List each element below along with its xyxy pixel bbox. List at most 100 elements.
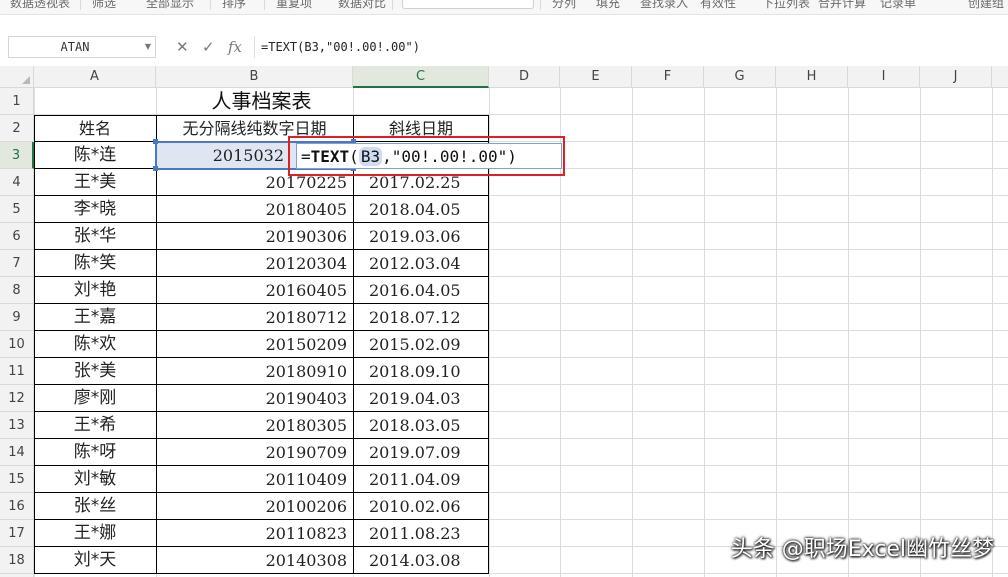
- dot-date-cell[interactable]: 2019.03.06: [353, 223, 489, 250]
- row-header-6[interactable]: 6: [0, 223, 34, 250]
- column-header-e[interactable]: E: [560, 66, 632, 88]
- raw-date-cell[interactable]: 20190709: [156, 439, 353, 466]
- dot-date-cell[interactable]: 2019.04.03: [353, 385, 489, 412]
- raw-date-cell[interactable]: 20190403: [156, 385, 353, 412]
- chevron-down-icon[interactable]: ▼: [145, 42, 151, 51]
- column-header-g[interactable]: G: [704, 66, 776, 88]
- confirm-icon[interactable]: ✓: [202, 36, 215, 58]
- formula-input[interactable]: =TEXT(B3,"00!.00!.00"): [254, 36, 1008, 58]
- ribbon-item[interactable]: 重复项: [276, 0, 312, 11]
- ribbon-item[interactable]: 筛选: [92, 0, 116, 11]
- column-header-h[interactable]: H: [776, 66, 848, 88]
- row-header-8[interactable]: 8: [0, 277, 34, 304]
- spreadsheet-grid[interactable]: A B C D E F G H I J 1 2 3 4 5 6 7 8 9 10 11 12 13 14 15 16 17 18 人事档…: [0, 66, 1008, 577]
- dot-date-cell[interactable]: 2018.07.12: [353, 304, 489, 331]
- selection-handle[interactable]: [153, 139, 158, 144]
- raw-date-cell[interactable]: 20160405: [156, 277, 353, 304]
- raw-date-cell[interactable]: 20120304: [156, 250, 353, 277]
- raw-date-cell[interactable]: 20180910: [156, 358, 353, 385]
- column-header-j[interactable]: J: [920, 66, 992, 88]
- row-header-14[interactable]: 14: [0, 439, 34, 466]
- raw-date-cell[interactable]: 2015032: [156, 142, 290, 169]
- name-cell[interactable]: 廖*刚: [34, 385, 156, 412]
- raw-date-cell[interactable]: 20180305: [156, 412, 353, 439]
- name-box[interactable]: ATAN ▼: [8, 36, 156, 58]
- row-header-11[interactable]: 11: [0, 358, 34, 385]
- raw-date-cell[interactable]: 20110823: [156, 520, 353, 547]
- dot-date-cell[interactable]: 2012.03.04: [353, 250, 489, 277]
- ribbon-item[interactable]: 数据对比: [338, 0, 386, 11]
- name-cell[interactable]: 王*美: [34, 169, 156, 196]
- ribbon-item[interactable]: 合并计算: [818, 0, 866, 11]
- row-header-15[interactable]: 15: [0, 466, 34, 493]
- ribbon-item[interactable]: 记录单: [880, 0, 916, 11]
- row-header-16[interactable]: 16: [0, 493, 34, 520]
- raw-date-cell[interactable]: 20190306: [156, 223, 353, 250]
- ribbon-item[interactable]: 分列: [552, 0, 576, 11]
- dot-date-cell[interactable]: 2016.04.05: [353, 277, 489, 304]
- column-header-k[interactable]: [992, 66, 1008, 88]
- column-header-i[interactable]: I: [848, 66, 920, 88]
- name-cell[interactable]: 刘*天: [34, 547, 156, 574]
- name-cell[interactable]: 刘*艳: [34, 277, 156, 304]
- row-header-10[interactable]: 10: [0, 331, 34, 358]
- name-cell[interactable]: 陈*欢: [34, 331, 156, 358]
- name-cell[interactable]: 张*美: [34, 358, 156, 385]
- raw-date-cell[interactable]: 20110409: [156, 466, 353, 493]
- select-all-corner[interactable]: [0, 66, 34, 88]
- column-header-a[interactable]: A: [34, 66, 156, 88]
- row-header-3[interactable]: 3: [0, 142, 34, 169]
- ribbon-item[interactable]: 有效性: [700, 0, 736, 11]
- selection-handle[interactable]: [153, 166, 158, 171]
- name-cell[interactable]: 王*娜: [34, 520, 156, 547]
- cancel-icon[interactable]: ✕: [176, 36, 189, 58]
- row-header-1[interactable]: 1: [0, 88, 34, 115]
- row-header-12[interactable]: 12: [0, 385, 34, 412]
- insert-function-icon[interactable]: fx: [228, 36, 242, 58]
- ribbon-dropdown[interactable]: [402, 0, 534, 9]
- name-cell[interactable]: 李*晓: [34, 196, 156, 223]
- name-cell[interactable]: 陈*连: [34, 142, 156, 169]
- ribbon-item[interactable]: 查找录入: [640, 0, 688, 11]
- raw-date-cell[interactable]: 20140308: [156, 547, 353, 574]
- dot-date-cell[interactable]: 2019.07.09: [353, 439, 489, 466]
- dot-date-cell[interactable]: 2018.09.10: [353, 358, 489, 385]
- row-header-18[interactable]: 18: [0, 547, 34, 574]
- row-header-2[interactable]: 2: [0, 115, 34, 142]
- raw-date-cell[interactable]: 20100206: [156, 493, 353, 520]
- name-cell[interactable]: 王*希: [34, 412, 156, 439]
- row-header-13[interactable]: 13: [0, 412, 34, 439]
- column-header-d[interactable]: D: [489, 66, 560, 88]
- row-header-4[interactable]: 4: [0, 169, 34, 196]
- dot-date-cell[interactable]: 2014.03.08: [353, 547, 489, 574]
- dot-date-cell[interactable]: 2015.02.09: [353, 331, 489, 358]
- ribbon-item[interactable]: 下拉列表: [762, 0, 810, 11]
- row-header-7[interactable]: 7: [0, 250, 34, 277]
- in-cell-formula-editor[interactable]: =TEXT(B3 ,"00!.00!.00"): [296, 143, 562, 169]
- name-cell[interactable]: 王*嘉: [34, 304, 156, 331]
- column-header-b[interactable]: B: [156, 66, 353, 88]
- ribbon-item[interactable]: 全部显示: [146, 0, 194, 11]
- name-cell[interactable]: 陈*笑: [34, 250, 156, 277]
- ribbon-item[interactable]: 数据透视表: [10, 0, 70, 11]
- dot-date-cell[interactable]: 2010.02.06: [353, 493, 489, 520]
- dot-date-cell[interactable]: 2011.08.23: [353, 520, 489, 547]
- ribbon-item[interactable]: 创建组: [968, 0, 1004, 11]
- dot-date-cell[interactable]: 2018.04.05: [353, 196, 489, 223]
- dot-date-cell[interactable]: 2018.03.05: [353, 412, 489, 439]
- dot-date-cell[interactable]: 2011.04.09: [353, 466, 489, 493]
- name-cell[interactable]: 刘*敏: [34, 466, 156, 493]
- row-header-5[interactable]: 5: [0, 196, 34, 223]
- raw-date-cell[interactable]: 20180405: [156, 196, 353, 223]
- raw-date-cell[interactable]: 20170225: [156, 169, 353, 196]
- name-cell[interactable]: 陈*呀: [34, 439, 156, 466]
- name-cell[interactable]: 张*华: [34, 223, 156, 250]
- name-cell[interactable]: 张*丝: [34, 493, 156, 520]
- raw-date-cell[interactable]: 20180712: [156, 304, 353, 331]
- ribbon-item[interactable]: 排序: [222, 0, 246, 11]
- row-header-9[interactable]: 9: [0, 304, 34, 331]
- ribbon-item[interactable]: 填充: [596, 0, 620, 11]
- row-header-17[interactable]: 17: [0, 520, 34, 547]
- raw-date-cell[interactable]: 20150209: [156, 331, 353, 358]
- column-header-f[interactable]: F: [632, 66, 704, 88]
